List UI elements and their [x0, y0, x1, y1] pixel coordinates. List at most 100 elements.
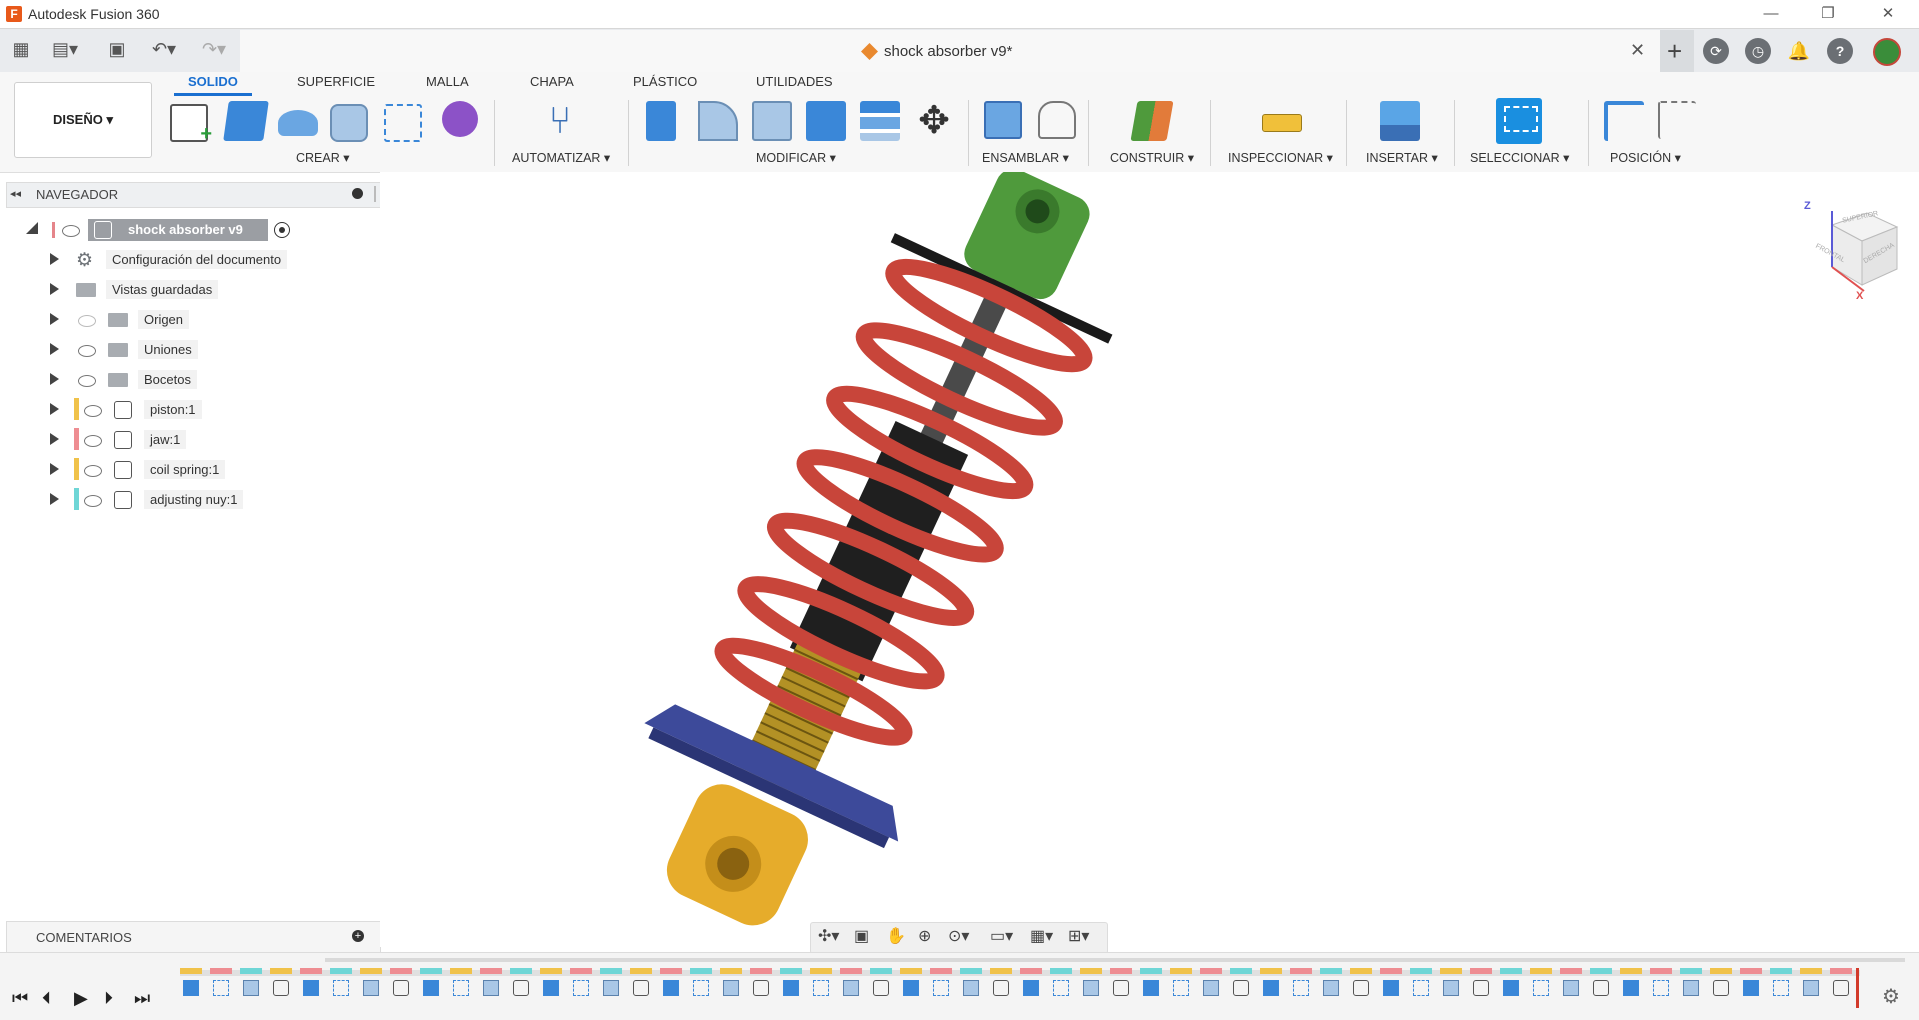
activate-radio-icon[interactable] — [274, 222, 290, 238]
workspace-selector[interactable]: DISEÑO ▾ — [14, 82, 152, 158]
tab-utilidades[interactable]: UTILIDADES — [756, 74, 833, 89]
joint-icon[interactable] — [1038, 101, 1076, 139]
timeline-feature-icon[interactable] — [1473, 980, 1489, 996]
redo-icon[interactable]: ↷▾ — [196, 38, 232, 60]
timeline-feature-icon[interactable] — [423, 980, 439, 996]
zoom-icon[interactable]: ⊕ — [918, 926, 931, 946]
job-status-icon[interactable]: ◷ — [1745, 38, 1771, 64]
timeline-feature-icon[interactable] — [1503, 980, 1519, 996]
automate-icon[interactable]: ⑂ — [540, 101, 580, 141]
expand-arrow-icon[interactable] — [50, 463, 59, 475]
browser-item-jaw[interactable]: jaw:1 — [144, 430, 187, 449]
avatar[interactable] — [1873, 38, 1901, 66]
timeline-feature-icon[interactable] — [183, 980, 199, 996]
timeline-feature-icon[interactable] — [303, 980, 319, 996]
browser-item-origin[interactable]: Origen — [138, 310, 190, 329]
timeline-feature-icon[interactable] — [1383, 980, 1399, 996]
timeline-feature-icon[interactable] — [1353, 980, 1369, 996]
timeline-feature-icon[interactable] — [1293, 980, 1309, 996]
browser-item-adjusting-nut[interactable]: adjusting nuy:1 — [144, 490, 244, 509]
timeline-feature-icon[interactable] — [243, 980, 259, 996]
new-tab-button[interactable]: + — [1667, 36, 1682, 67]
group-insertar[interactable]: INSERTAR ▾ — [1366, 150, 1438, 165]
pan-icon[interactable]: ✋ — [886, 926, 906, 946]
timeline-feature-icon[interactable] — [1803, 980, 1819, 996]
collapse-browser-icon[interactable]: ◂◂ — [10, 187, 21, 200]
save-icon[interactable]: ▣ — [106, 38, 128, 60]
create-sketch-icon[interactable]: + — [170, 104, 212, 145]
press-pull-icon[interactable] — [646, 101, 676, 141]
browser-item-piston[interactable]: piston:1 — [144, 400, 202, 419]
timeline-feature-icon[interactable] — [1083, 980, 1099, 996]
step-forward-icon[interactable]: ⏵ — [104, 988, 113, 1009]
file-icon[interactable]: ▤▾ — [48, 38, 82, 60]
add-comment-icon[interactable]: + — [352, 930, 364, 942]
expand-arrow-icon[interactable] — [50, 253, 59, 265]
capture-position-icon[interactable] — [1604, 101, 1644, 141]
eye-icon[interactable] — [84, 405, 102, 417]
viewports-icon[interactable]: ⊞▾ — [1068, 926, 1089, 946]
timeline-settings-gear-icon[interactable]: ⚙ — [1882, 984, 1900, 1009]
timeline-feature-icon[interactable] — [273, 980, 289, 996]
panel-grip[interactable] — [374, 186, 376, 202]
tab-malla[interactable]: MALLA — [426, 74, 469, 89]
timeline-feature-icon[interactable] — [363, 980, 379, 996]
canvas-viewport[interactable] — [380, 168, 1919, 947]
timeline-feature-icon[interactable] — [1593, 980, 1609, 996]
timeline-feature-icon[interactable] — [873, 980, 889, 996]
timeline-feature-icon[interactable] — [543, 980, 559, 996]
expand-arrow-icon[interactable] — [50, 343, 59, 355]
timeline-feature-icon[interactable] — [1233, 980, 1249, 996]
display-settings-icon[interactable]: ▭▾ — [990, 926, 1013, 946]
grid-settings-icon[interactable]: ▦▾ — [1030, 926, 1053, 946]
tab-plastico[interactable]: PLÁSTICO — [633, 74, 697, 89]
timeline-marker[interactable] — [1856, 968, 1859, 1008]
expand-arrow-icon[interactable] — [50, 373, 59, 385]
timeline-feature-icon[interactable] — [693, 980, 709, 996]
root-component-label[interactable]: shock absorber v9 — [128, 222, 243, 237]
browser-item-named-views[interactable]: Vistas guardadas — [106, 280, 219, 299]
timeline-feature-icon[interactable] — [663, 980, 679, 996]
look-at-icon[interactable]: ▣ — [854, 926, 869, 946]
revolve-icon[interactable] — [278, 110, 318, 136]
group-construir[interactable]: CONSTRUIR ▾ — [1110, 150, 1194, 165]
timeline-feature-icon[interactable] — [1053, 980, 1069, 996]
extensions-icon[interactable]: ⟳ — [1703, 38, 1729, 64]
timeline-feature-icon[interactable] — [963, 980, 979, 996]
construct-plane-icon[interactable] — [1130, 101, 1174, 141]
eye-icon[interactable] — [84, 465, 102, 477]
create-form-icon[interactable] — [442, 101, 478, 137]
insert-image-icon[interactable] — [1380, 101, 1420, 141]
timeline-feature-icon[interactable] — [1023, 980, 1039, 996]
timeline-feature-icon[interactable] — [783, 980, 799, 996]
timeline-scrollbar[interactable] — [325, 958, 1905, 962]
split-body-icon[interactable] — [860, 101, 900, 141]
extrude-icon[interactable] — [223, 101, 269, 141]
tab-chapa[interactable]: CHAPA — [530, 74, 574, 89]
measure-icon[interactable] — [1262, 114, 1302, 132]
timeline-feature-icon[interactable] — [393, 980, 409, 996]
timeline-feature-icon[interactable] — [1113, 980, 1129, 996]
expanded-arrow-icon[interactable] — [26, 222, 38, 234]
timeline-feature-icon[interactable] — [633, 980, 649, 996]
orbit-icon[interactable]: ✣▾ — [818, 926, 839, 946]
expand-arrow-icon[interactable] — [50, 433, 59, 445]
browser-item-coil-spring[interactable]: coil spring:1 — [144, 460, 226, 479]
timeline-feature-icon[interactable] — [1203, 980, 1219, 996]
undo-icon[interactable]: ↶▾ — [146, 38, 182, 60]
group-ensamblar[interactable]: ENSAMBLAR ▾ — [982, 150, 1069, 165]
timeline-feature-icon[interactable] — [1443, 980, 1459, 996]
eye-icon[interactable] — [84, 435, 102, 447]
select-icon[interactable] — [1496, 98, 1542, 144]
group-crear[interactable]: CREAR ▾ — [296, 150, 350, 165]
timeline-feature-icon[interactable] — [1323, 980, 1339, 996]
timeline-feature-icon[interactable] — [1563, 980, 1579, 996]
group-automatizar[interactable]: AUTOMATIZAR ▾ — [512, 150, 610, 165]
timeline-feature-icon[interactable] — [453, 980, 469, 996]
timeline-features[interactable] — [180, 968, 1860, 1004]
timeline-feature-icon[interactable] — [483, 980, 499, 996]
help-icon[interactable]: ? — [1827, 38, 1853, 64]
timeline-feature-icon[interactable] — [1833, 980, 1849, 996]
grid-icon[interactable]: ▦ — [10, 38, 32, 60]
timeline-feature-icon[interactable] — [1533, 980, 1549, 996]
